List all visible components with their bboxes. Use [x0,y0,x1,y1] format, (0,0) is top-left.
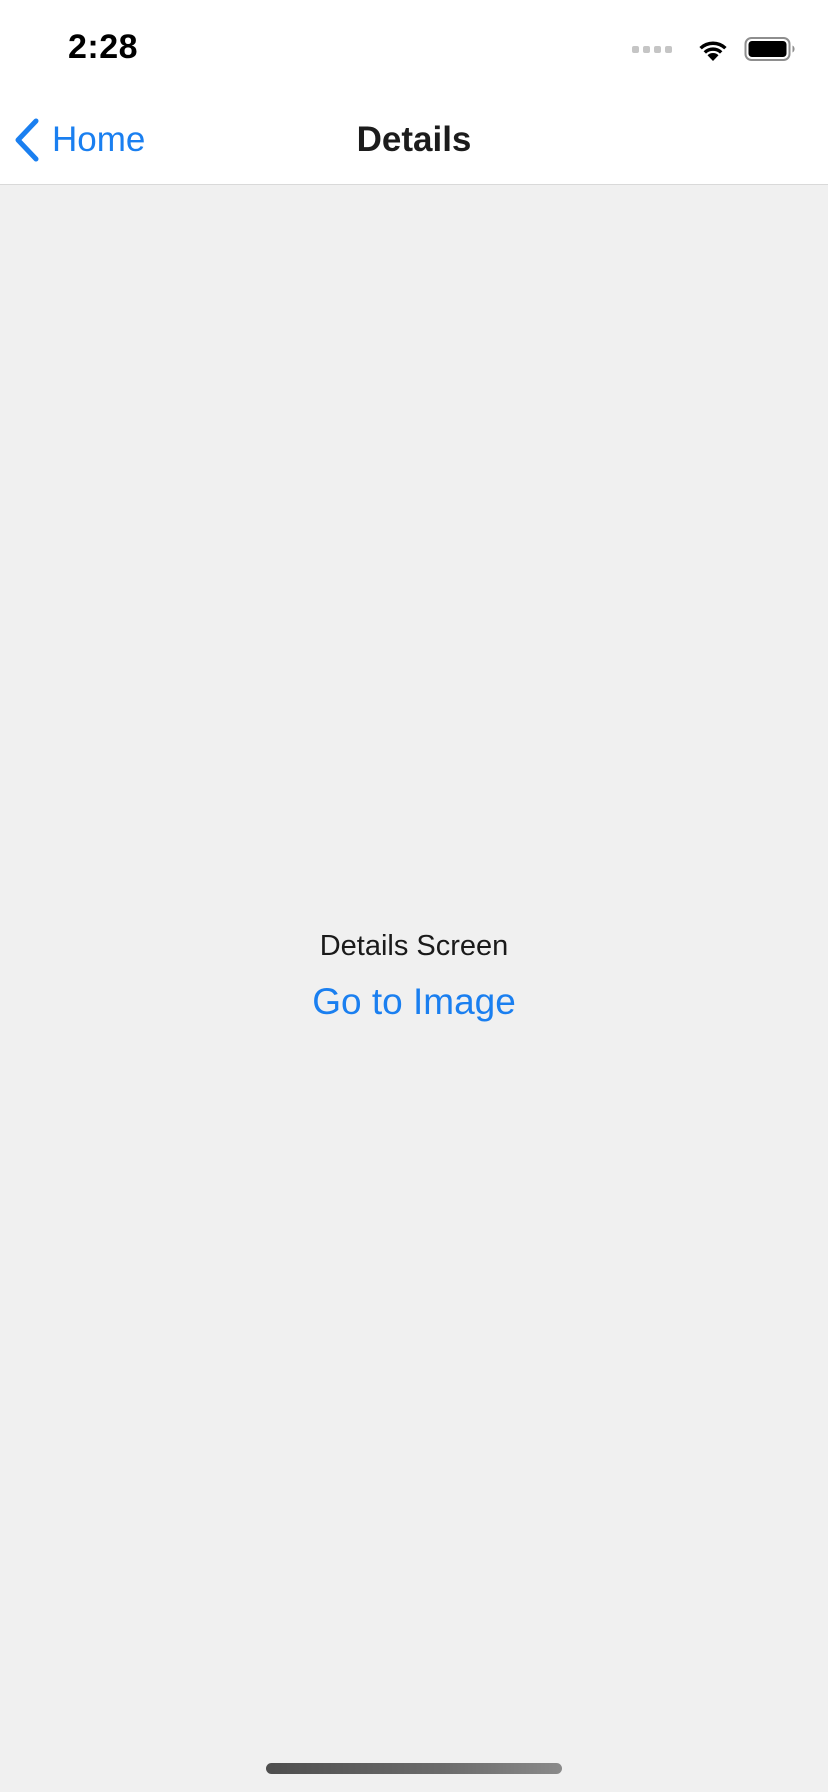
status-icons [632,36,796,62]
wifi-icon [699,41,727,61]
main-content: Details Screen Go to Image [0,930,828,1023]
battery-icon [744,37,795,61]
page-title: Details [356,120,472,159]
status-time: 2:28 [68,28,139,66]
screen-label: Details Screen [319,930,509,962]
go-to-image-button[interactable]: Go to Image [312,981,516,1023]
top-chrome: 2:28 Home Details [0,0,828,185]
navigation-bar: Home Details [0,96,828,184]
cellular-signal-icon [632,45,672,53]
status-bar: 2:28 [0,0,828,96]
home-indicator[interactable] [266,1763,562,1774]
app-screen: 2:28 Home Details Details Screen Go to I… [0,0,828,1792]
